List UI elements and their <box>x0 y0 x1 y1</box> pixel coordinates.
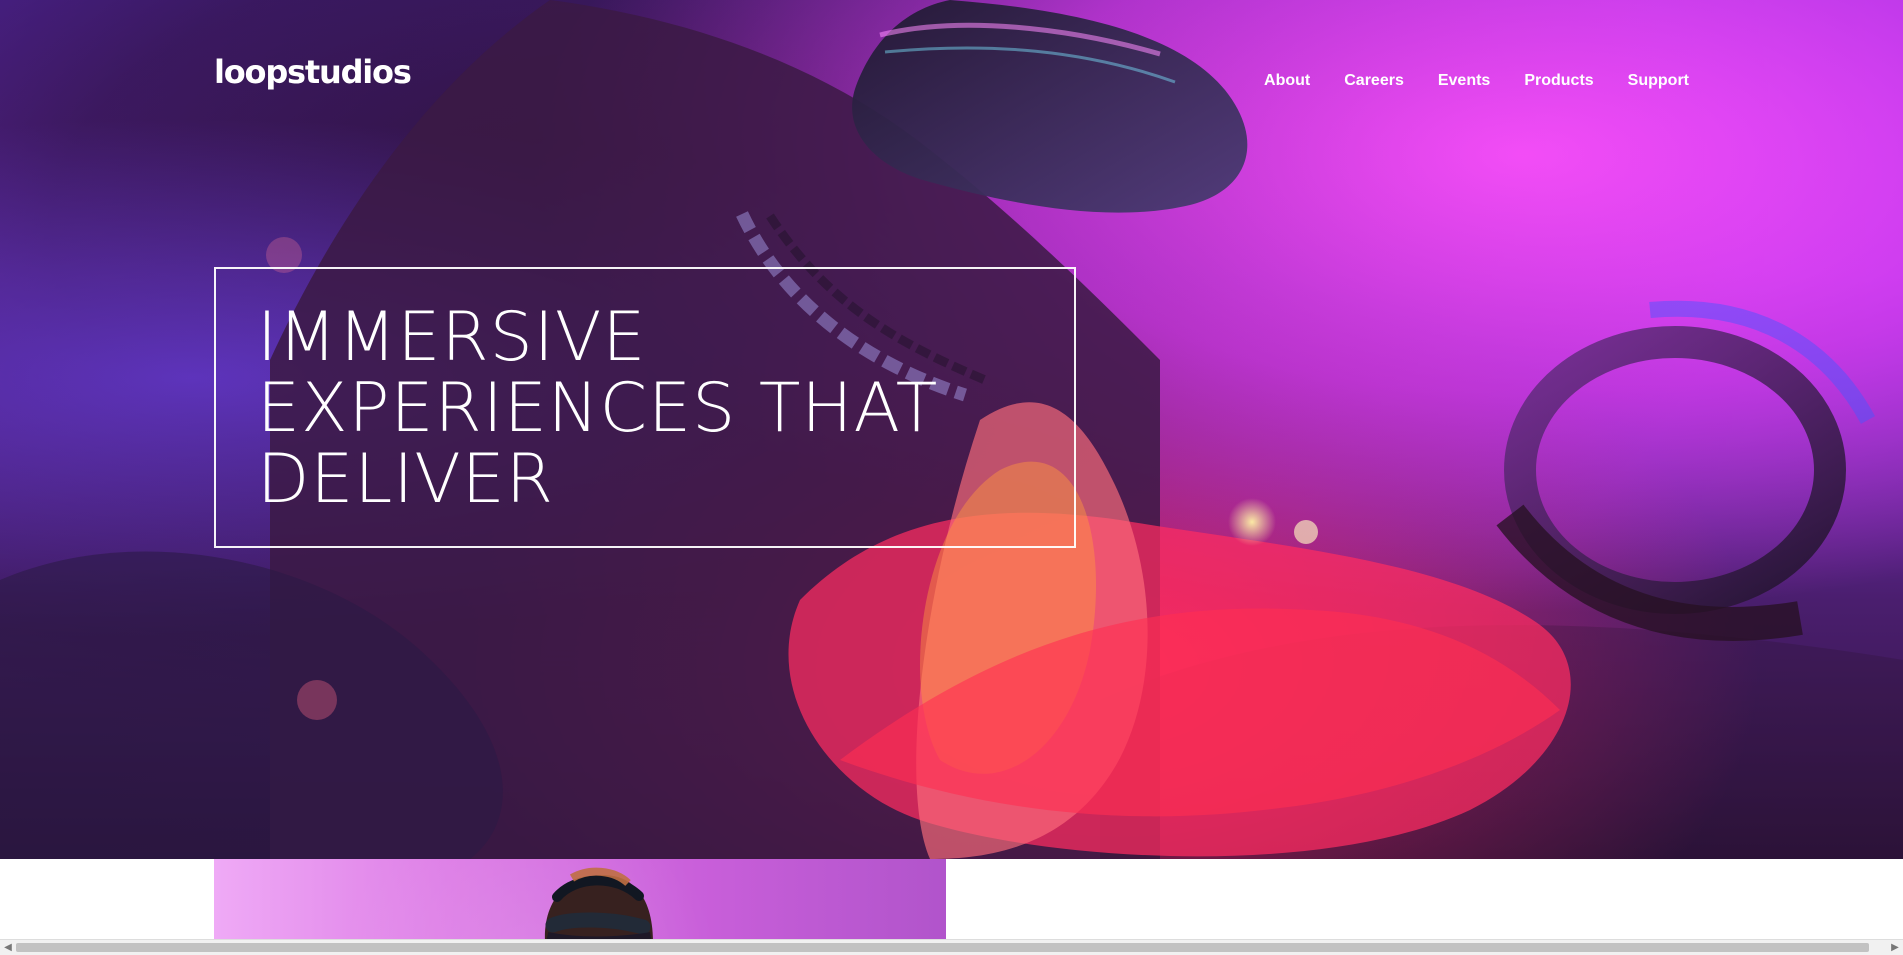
hero-headline: IMMERSIVE EXPERIENCES THAT DELIVER <box>257 298 939 519</box>
site-logo[interactable]: loopstudios <box>214 56 412 88</box>
nav-link-support[interactable]: Support <box>1628 71 1689 91</box>
nav-link-products[interactable]: Products <box>1524 71 1593 91</box>
preview-image <box>214 859 946 941</box>
site-header: loopstudios About Careers Events Product… <box>0 0 1903 160</box>
nav-link-events[interactable]: Events <box>1438 71 1490 91</box>
hero-headline-box: IMMERSIVE EXPERIENCES THAT DELIVER <box>214 267 1076 548</box>
horizontal-scrollbar-thumb[interactable] <box>16 943 1869 952</box>
main-navigation: About Careers Events Products Support <box>1264 71 1689 91</box>
hero-section: loopstudios About Careers Events Product… <box>0 0 1903 859</box>
triangle-right-icon[interactable]: ▶ <box>1887 941 1903 955</box>
triangle-left-icon[interactable]: ◀ <box>0 941 16 955</box>
horizontal-scrollbar[interactable]: ◀ ▶ <box>0 939 1903 955</box>
page-viewport: loopstudios About Careers Events Product… <box>0 0 1903 955</box>
vr-person-preview-image <box>545 867 653 941</box>
content-preview-section <box>0 859 1903 941</box>
nav-link-about[interactable]: About <box>1264 71 1310 91</box>
nav-link-careers[interactable]: Careers <box>1344 71 1404 91</box>
